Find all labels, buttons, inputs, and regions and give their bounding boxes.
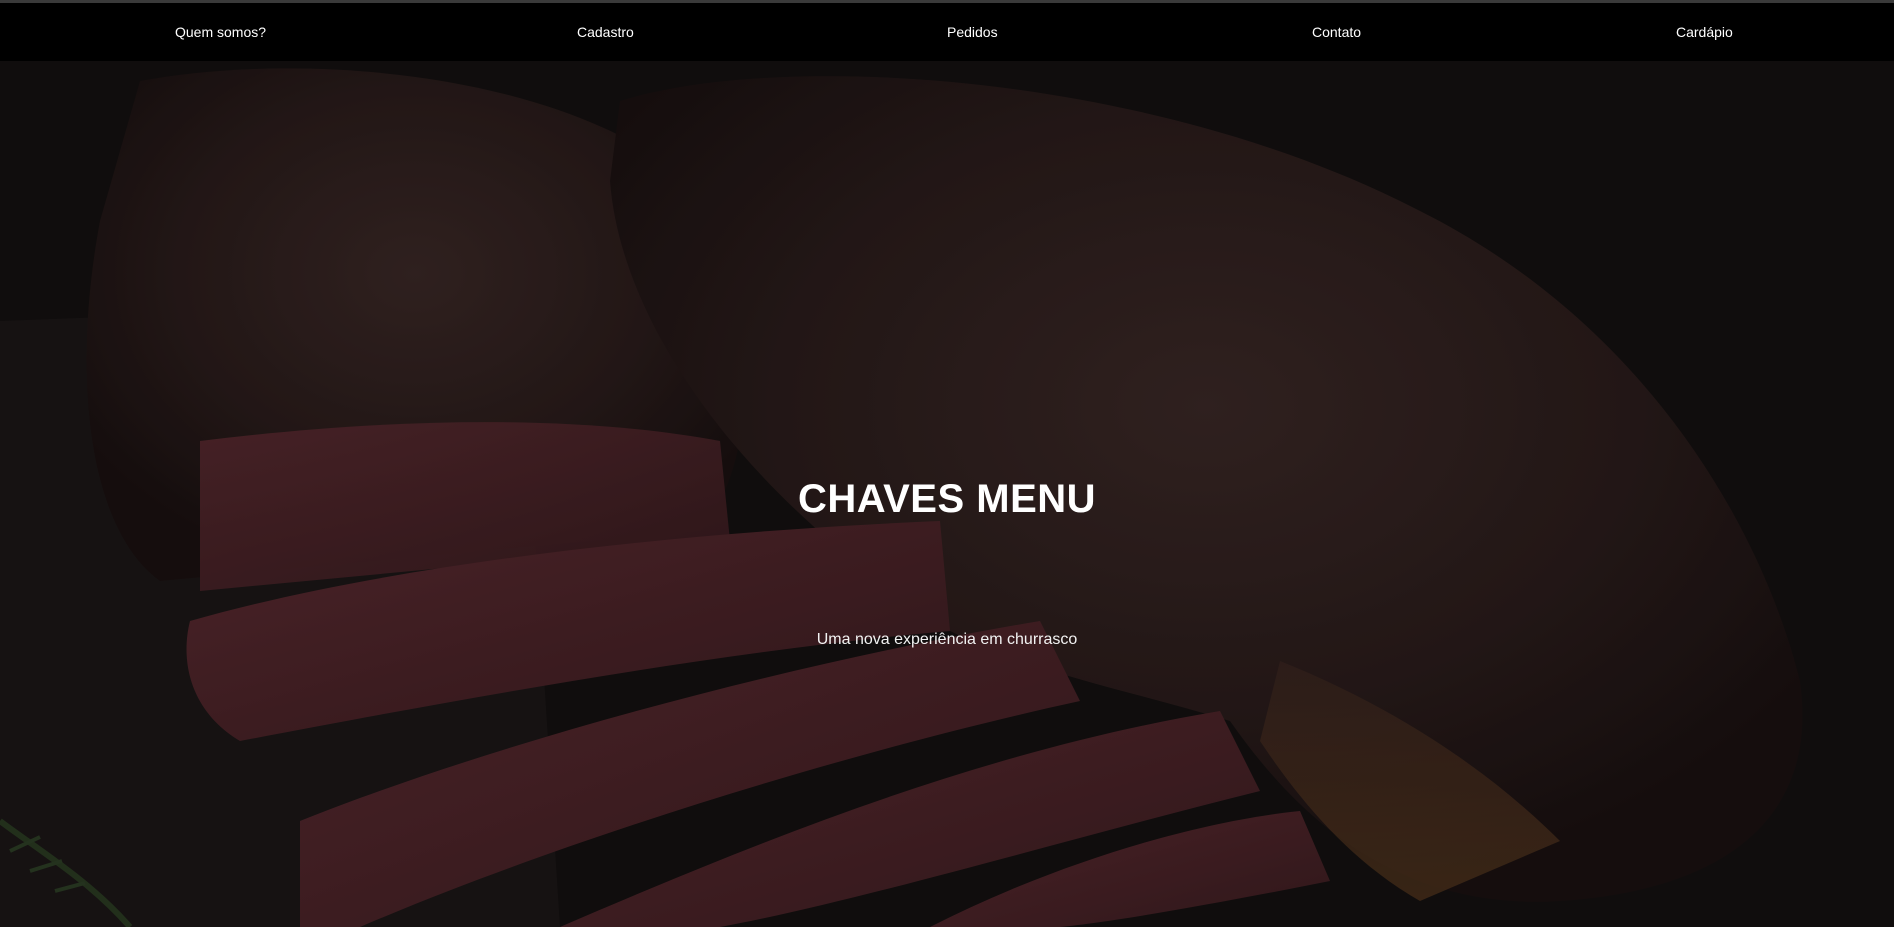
hero-banner: CHAVES MENU Uma nova experiência em chur… — [0, 61, 1894, 927]
nav-link-cardapio[interactable]: Cardápio — [1676, 3, 1733, 61]
hero-title: CHAVES MENU — [797, 477, 1097, 521]
nav-link-pedidos[interactable]: Pedidos — [947, 3, 998, 61]
nav-link-cadastro[interactable]: Cadastro — [577, 3, 634, 61]
hero-subtitle: Uma nova experiência em churrasco — [816, 631, 1078, 648]
main-navbar: Quem somos? Cadastro Pedidos Contato Car… — [0, 3, 1894, 61]
nav-link-quem-somos[interactable]: Quem somos? — [175, 3, 266, 61]
nav-link-contato[interactable]: Contato — [1312, 3, 1361, 61]
